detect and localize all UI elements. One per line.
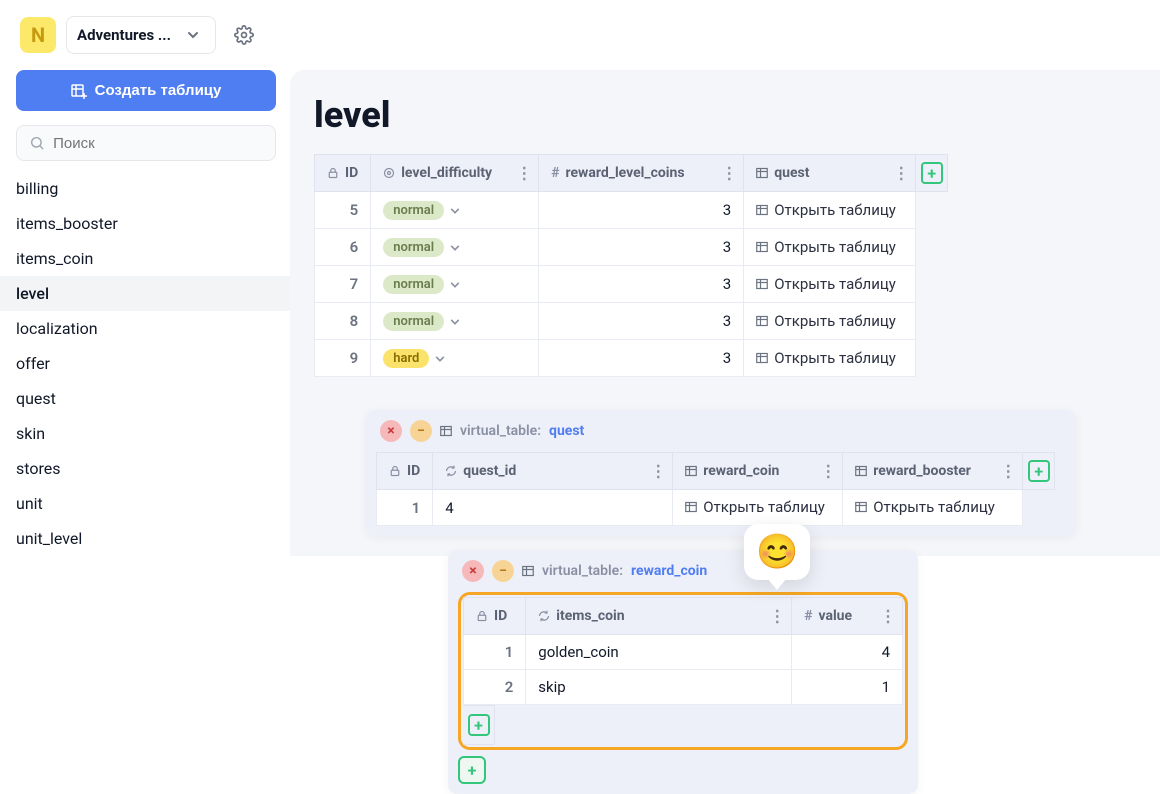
close-subtable-button[interactable]: × <box>462 560 484 582</box>
open-table-link[interactable]: Открыть таблицу <box>756 201 896 219</box>
search-input[interactable] <box>53 135 263 152</box>
sidebar-item-items-coin[interactable]: items_coin <box>0 241 290 276</box>
emoji-popover: 😊 <box>744 524 810 580</box>
project-selector[interactable]: Adventures ... <box>66 16 216 54</box>
difficulty-tag[interactable]: normal <box>383 275 460 294</box>
column-menu-button[interactable]: ⋮ <box>769 607 785 626</box>
difficulty-tag[interactable]: normal <box>383 238 460 257</box>
page-title: level <box>314 94 1160 136</box>
column-menu-button[interactable]: ⋮ <box>880 607 896 626</box>
minimize-subtable-button[interactable]: − <box>492 560 514 582</box>
add-row-button[interactable]: + <box>458 756 486 784</box>
table-row[interactable]: 6normal3Открыть таблицу <box>315 229 916 266</box>
chevron-down-icon <box>450 243 460 253</box>
search-box[interactable] <box>16 125 276 161</box>
table-row[interactable]: 1 4 Открыть таблицу Открыть таблицу <box>377 490 1023 526</box>
refresh-icon <box>445 465 457 477</box>
table-plus-icon <box>71 83 87 99</box>
refresh-icon <box>538 610 550 622</box>
sidebar-item-quest[interactable]: quest <box>0 381 290 416</box>
sidebar-item-offer[interactable]: offer <box>0 346 290 381</box>
emoji-icon: 😊 <box>756 532 798 572</box>
project-name: Adventures ... <box>77 26 171 44</box>
sidebar-item-billing[interactable]: billing <box>0 171 290 206</box>
chevron-down-icon <box>181 23 205 47</box>
sidebar-item-skin[interactable]: skin <box>0 416 290 451</box>
chevron-down-icon <box>435 354 445 364</box>
chevron-down-icon <box>450 206 460 216</box>
table-row[interactable]: 9hard3Открыть таблицу <box>315 340 916 377</box>
sidebar-item-localization[interactable]: localization <box>0 311 290 346</box>
virtual-table-name[interactable]: quest <box>549 423 584 439</box>
column-menu-button[interactable]: ⋮ <box>893 164 909 183</box>
virtual-table-name[interactable]: reward_coin <box>631 563 707 579</box>
open-table-link[interactable]: Открыть таблицу <box>756 275 896 293</box>
main-table: ID level_difficulty⋮ #reward_level_coins… <box>314 154 948 377</box>
column-menu-button[interactable]: ⋮ <box>721 164 737 183</box>
lock-icon <box>476 610 488 622</box>
column-menu-button[interactable]: ⋮ <box>650 462 666 481</box>
app-logo: N <box>20 17 56 53</box>
table-row[interactable]: 1golden_coin4 <box>464 635 903 670</box>
column-menu-button[interactable]: ⋮ <box>516 164 532 183</box>
sidebar-item-level[interactable]: level <box>0 276 290 311</box>
tag-icon <box>383 167 395 179</box>
open-table-link[interactable]: Открыть таблицу <box>756 349 896 367</box>
sidebar-item-unit[interactable]: unit <box>0 486 290 521</box>
table-row[interactable]: 8normal3Открыть таблицу <box>315 303 916 340</box>
sidebar-item-items-booster[interactable]: items_booster <box>0 206 290 241</box>
close-subtable-button[interactable]: × <box>380 420 402 442</box>
create-table-button[interactable]: Создать таблицу <box>16 70 276 111</box>
table-icon <box>685 465 697 477</box>
add-column-button[interactable]: + <box>463 705 495 745</box>
sidebar-item-stores[interactable]: stores <box>0 451 290 486</box>
reward-coin-subtable: × − virtual_table: reward_coin ID items_… <box>448 550 918 794</box>
sidebar-item-unit-level[interactable]: unit_level <box>0 521 290 556</box>
minimize-subtable-button[interactable]: − <box>410 420 432 442</box>
table-row[interactable]: 5normal3Открыть таблицу <box>315 192 916 229</box>
lock-icon <box>389 465 401 477</box>
add-column-button[interactable]: + <box>916 154 948 192</box>
column-menu-button[interactable]: ⋮ <box>820 462 836 481</box>
difficulty-tag[interactable]: normal <box>383 312 460 331</box>
chevron-down-icon <box>450 317 460 327</box>
chevron-down-icon <box>450 280 460 290</box>
settings-button[interactable] <box>226 17 262 53</box>
open-table-link[interactable]: Открыть таблицу <box>756 238 896 256</box>
open-table-link[interactable]: Открыть таблицу <box>855 498 995 516</box>
open-table-link[interactable]: Открыть таблицу <box>756 312 896 330</box>
create-table-label: Создать таблицу <box>95 82 222 99</box>
difficulty-tag[interactable]: hard <box>383 349 445 368</box>
difficulty-tag[interactable]: normal <box>383 201 460 220</box>
column-menu-button[interactable]: ⋮ <box>1000 462 1016 481</box>
table-icon <box>440 425 452 437</box>
table-icon <box>522 565 534 577</box>
lock-icon <box>327 167 339 179</box>
table-icon <box>756 167 768 179</box>
open-table-link[interactable]: Открыть таблицу <box>685 498 825 516</box>
table-row[interactable]: 2skip1 <box>464 670 903 705</box>
table-row[interactable]: 7normal3Открыть таблицу <box>315 266 916 303</box>
table-icon <box>855 465 867 477</box>
quest-subtable: × − virtual_table: quest ID quest_id⋮ re… <box>366 410 1076 536</box>
search-icon <box>29 134 45 152</box>
add-column-button[interactable]: + <box>1023 452 1055 490</box>
